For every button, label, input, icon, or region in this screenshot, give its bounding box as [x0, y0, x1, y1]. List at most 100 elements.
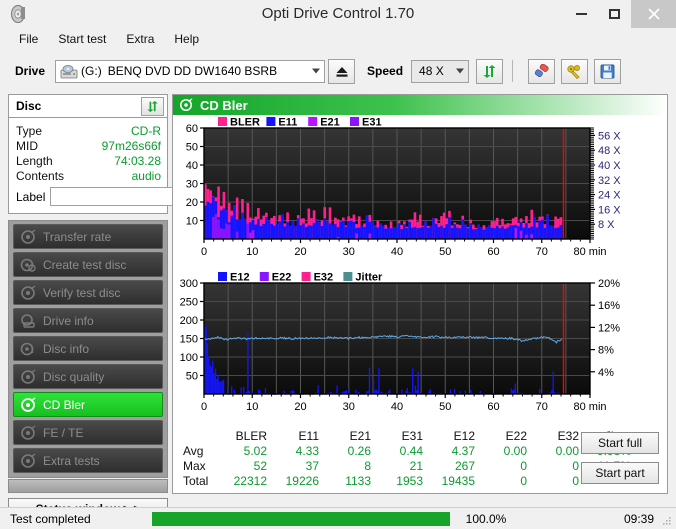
- chevron-down-icon: [312, 68, 321, 74]
- chevron-down-icon: [456, 68, 465, 74]
- main-panel-header: CD Bler: [173, 95, 667, 115]
- sidebar-item-disc-quality[interactable]: Disc quality: [13, 364, 163, 389]
- svg-text:40: 40: [391, 246, 403, 258]
- erase-disc-button[interactable]: [528, 58, 556, 84]
- sidebar-item-transfer-rate[interactable]: Transfer rate: [13, 224, 163, 249]
- sidebar-item-cd-bler[interactable]: CD Bler: [13, 392, 163, 417]
- sidebar-item-create-test-disc[interactable]: Create test disc: [13, 252, 163, 277]
- disc-length-label: Length: [16, 153, 53, 168]
- svg-text:50: 50: [186, 142, 198, 154]
- close-button[interactable]: [631, 0, 676, 28]
- disc-icon: [179, 98, 193, 112]
- maximize-button[interactable]: [598, 0, 631, 28]
- tools-icon: [567, 64, 580, 79]
- max-e31: 21: [409, 459, 423, 473]
- start-full-button[interactable]: Start full: [581, 432, 659, 454]
- svg-text:16 X: 16 X: [598, 204, 621, 216]
- sidebar-item-extra-tests[interactable]: Extra tests: [13, 448, 163, 473]
- svg-text:200: 200: [180, 315, 198, 327]
- svg-text:E31: E31: [362, 117, 382, 129]
- menu-extra[interactable]: Extra: [117, 30, 163, 48]
- minimize-button[interactable]: [565, 0, 598, 28]
- svg-text:E32: E32: [314, 272, 334, 284]
- menu-bar: File Start test Extra Help: [0, 28, 676, 50]
- erase-disc-icon: [534, 63, 549, 77]
- row-label-max: Max: [183, 459, 206, 473]
- progress-percent-label: 100.0%: [465, 511, 507, 526]
- sidebar-item-label: Disc info: [43, 341, 90, 356]
- total-e12: 19435: [441, 474, 475, 488]
- col-e21: E21: [349, 429, 371, 443]
- disc-mid-label: MID: [16, 138, 38, 153]
- main-panel-title: CD Bler: [200, 97, 248, 113]
- sidebar-item-fe-te[interactable]: FE / TE: [13, 420, 163, 445]
- col-e31: E31: [401, 429, 423, 443]
- svg-text:0: 0: [201, 401, 207, 413]
- svg-text:4%: 4%: [598, 367, 614, 379]
- svg-text:60: 60: [487, 246, 499, 258]
- menu-start-test[interactable]: Start test: [49, 30, 115, 48]
- sidebar-item-verify-test-disc[interactable]: Verify test disc: [13, 280, 163, 305]
- max-e32: 0: [572, 459, 579, 473]
- svg-text:32 X: 32 X: [598, 175, 621, 187]
- drive-label: Drive: [15, 64, 46, 78]
- menu-help[interactable]: Help: [165, 30, 208, 48]
- statistics-table: BLER E11 E21 E31 E12 E22 E32 Jitter Avg …: [173, 426, 667, 493]
- menu-file[interactable]: File: [10, 30, 47, 48]
- svg-text:E12: E12: [230, 272, 250, 284]
- total-e32: 0: [572, 474, 579, 488]
- avg-e11: 4.33: [295, 444, 319, 458]
- stats-table: BLER E11 E21 E31 E12 E22 E32 Jitter Avg …: [181, 429, 635, 489]
- elapsed-time-label: 09:39: [623, 511, 654, 526]
- total-e22: 0: [520, 474, 527, 488]
- start-part-button[interactable]: Start part: [581, 462, 659, 484]
- title-bar: Opti Drive Control 1.70: [0, 0, 676, 28]
- sidebar-item-drive-info[interactable]: Drive info: [13, 308, 163, 333]
- drive-icon: [21, 313, 35, 328]
- disc-type-value: CD-R: [131, 123, 161, 138]
- status-text: Test completed: [10, 511, 91, 526]
- disc-label-row: Label: [16, 186, 223, 207]
- disc-icon: [21, 424, 36, 440]
- svg-text:40: 40: [186, 160, 198, 172]
- svg-text:16%: 16%: [598, 300, 620, 312]
- disc-icon: [21, 228, 36, 244]
- sidebar-item-label: Extra tests: [43, 453, 100, 468]
- svg-text:56 X: 56 X: [598, 130, 621, 142]
- disc-row-type: Type CD-R: [16, 123, 161, 138]
- svg-text:50: 50: [439, 401, 451, 413]
- refresh-icon: [146, 100, 158, 112]
- stats-corner: [181, 429, 219, 444]
- disc-write-icon: [20, 258, 36, 272]
- disc-panel-title: Disc: [16, 99, 42, 113]
- svg-text:20: 20: [294, 246, 306, 258]
- disc-row-mid: MID 97m26s66f: [16, 138, 161, 153]
- svg-text:Jitter: Jitter: [355, 272, 383, 284]
- svg-text:60: 60: [186, 123, 198, 135]
- disc-refresh-button[interactable]: [141, 96, 164, 116]
- svg-text:20%: 20%: [598, 278, 620, 290]
- refresh-button[interactable]: [476, 58, 504, 84]
- avg-e22: 0.00: [503, 444, 527, 458]
- resize-grip-icon[interactable]: [662, 516, 672, 526]
- save-icon: [600, 64, 615, 78]
- tools-button[interactable]: [561, 58, 589, 84]
- max-e12: 267: [454, 459, 475, 473]
- table-row: Avg 5.02 4.33 0.26 0.44 4.37 0.00 0.00 9…: [181, 444, 635, 459]
- speed-select[interactable]: 48 X: [411, 59, 470, 83]
- eject-button[interactable]: [328, 58, 356, 84]
- sidebar-item-disc-info[interactable]: Disc info: [13, 336, 163, 361]
- save-button[interactable]: [594, 58, 622, 84]
- disc-contents-label: Contents: [16, 168, 65, 183]
- svg-text:8 X: 8 X: [598, 219, 615, 231]
- svg-text:80 min: 80 min: [573, 401, 606, 413]
- toolbar: Drive (G:) BENQ DVD DD DW1640 BSRB Speed …: [0, 50, 676, 92]
- disc-panel: Disc Type CD-R MID 97m26s66f Length 74:0…: [8, 94, 223, 214]
- disc-mid-value: 97m26s66f: [101, 138, 161, 153]
- svg-text:30: 30: [343, 246, 355, 258]
- svg-text:20: 20: [186, 197, 198, 209]
- disc-contents-value: audio: [131, 168, 161, 183]
- max-e22: 0: [520, 459, 527, 473]
- drive-select[interactable]: (G:) BENQ DVD DD DW1640 BSRB: [55, 59, 326, 83]
- disc-icon: [21, 452, 36, 468]
